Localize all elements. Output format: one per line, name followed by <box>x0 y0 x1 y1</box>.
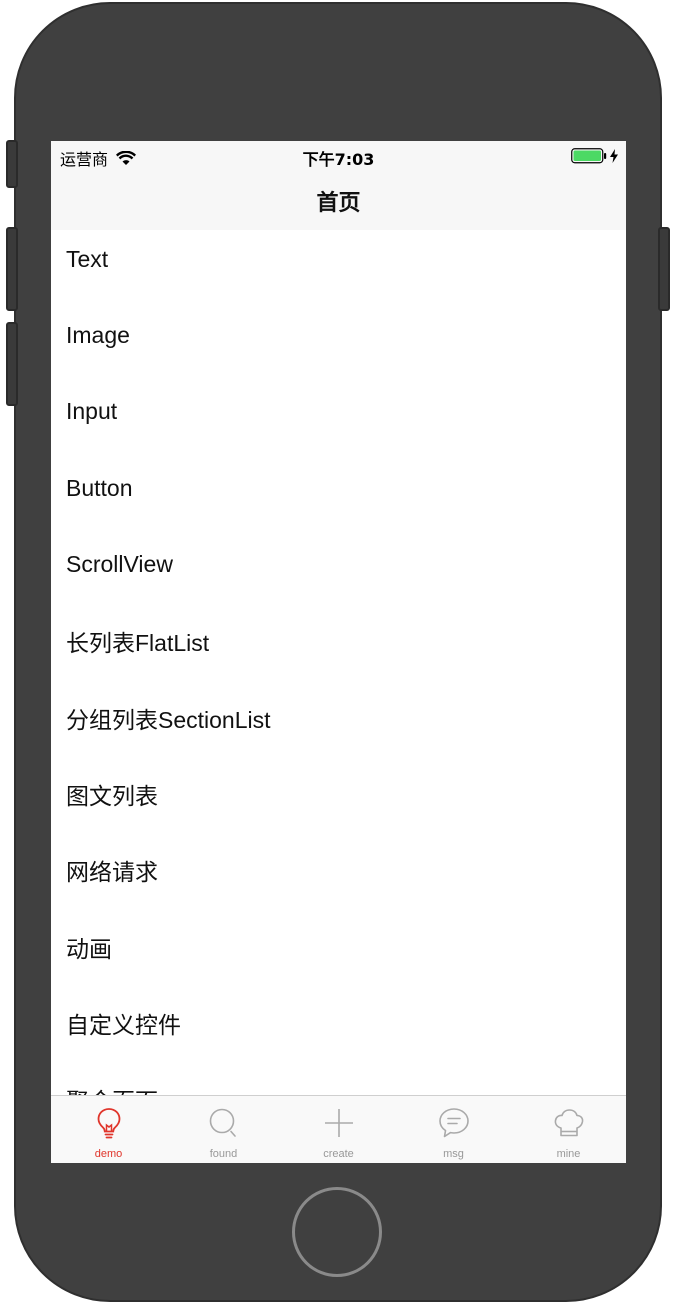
lightbulb-icon <box>97 1108 120 1139</box>
list-item-image[interactable]: Image <box>51 306 626 382</box>
chat-bubble-icon <box>438 1108 469 1138</box>
tab-label: create <box>323 1148 354 1160</box>
list-item-custom-control[interactable]: 自定义控件 <box>51 994 626 1070</box>
tab-demo[interactable]: demo <box>51 1096 166 1163</box>
list-item-aggregate-page[interactable]: 聚合页面 <box>51 1070 626 1095</box>
search-icon <box>209 1108 236 1137</box>
status-bar: 运营商 下午7:03 <box>51 141 626 170</box>
status-time: 下午7:03 <box>302 150 375 169</box>
mute-switch <box>6 140 18 188</box>
list-item-button[interactable]: Button <box>51 459 626 535</box>
plus-icon <box>324 1109 353 1137</box>
volume-up-button <box>6 227 18 311</box>
tab-mine[interactable]: mine <box>511 1096 626 1163</box>
list-item-scrollview[interactable]: ScrollView <box>51 536 626 612</box>
tab-label: msg <box>443 1148 464 1160</box>
page-title: 首页 <box>316 191 361 216</box>
home-button[interactable] <box>292 1187 382 1277</box>
list-item-image-text-list[interactable]: 图文列表 <box>51 765 626 841</box>
tab-found[interactable]: found <box>166 1096 281 1163</box>
list-item-sectionlist[interactable]: 分组列表SectionList <box>51 688 626 764</box>
tab-label: mine <box>556 1148 581 1160</box>
list-item-network-request[interactable]: 网络请求 <box>51 841 626 917</box>
tab-label: demo <box>94 1148 123 1160</box>
volume-down-button <box>6 322 18 406</box>
list-item-flatlist[interactable]: 长列表FlatList <box>51 612 626 688</box>
battery-icon <box>571 148 607 164</box>
chef-hat-icon <box>554 1109 583 1137</box>
list-item-text[interactable]: Text <box>51 230 626 306</box>
charging-bolt-icon <box>610 149 618 163</box>
app-screen: 运营商 下午7:03 首页 Text Image Input Button Sc… <box>51 141 626 1163</box>
tab-msg[interactable]: msg <box>396 1096 511 1163</box>
tab-bar: demo found create msg mine <box>51 1095 626 1163</box>
battery-indicator <box>571 148 618 164</box>
list-item-input[interactable]: Input <box>51 383 626 459</box>
demo-list[interactable]: Text Image Input Button ScrollView 长列表Fl… <box>51 230 626 1095</box>
list-item-animation[interactable]: 动画 <box>51 918 626 994</box>
navigation-bar: 首页 <box>51 170 626 230</box>
tab-create[interactable]: create <box>281 1096 396 1163</box>
tab-label: found <box>209 1148 238 1160</box>
power-button <box>658 227 670 311</box>
